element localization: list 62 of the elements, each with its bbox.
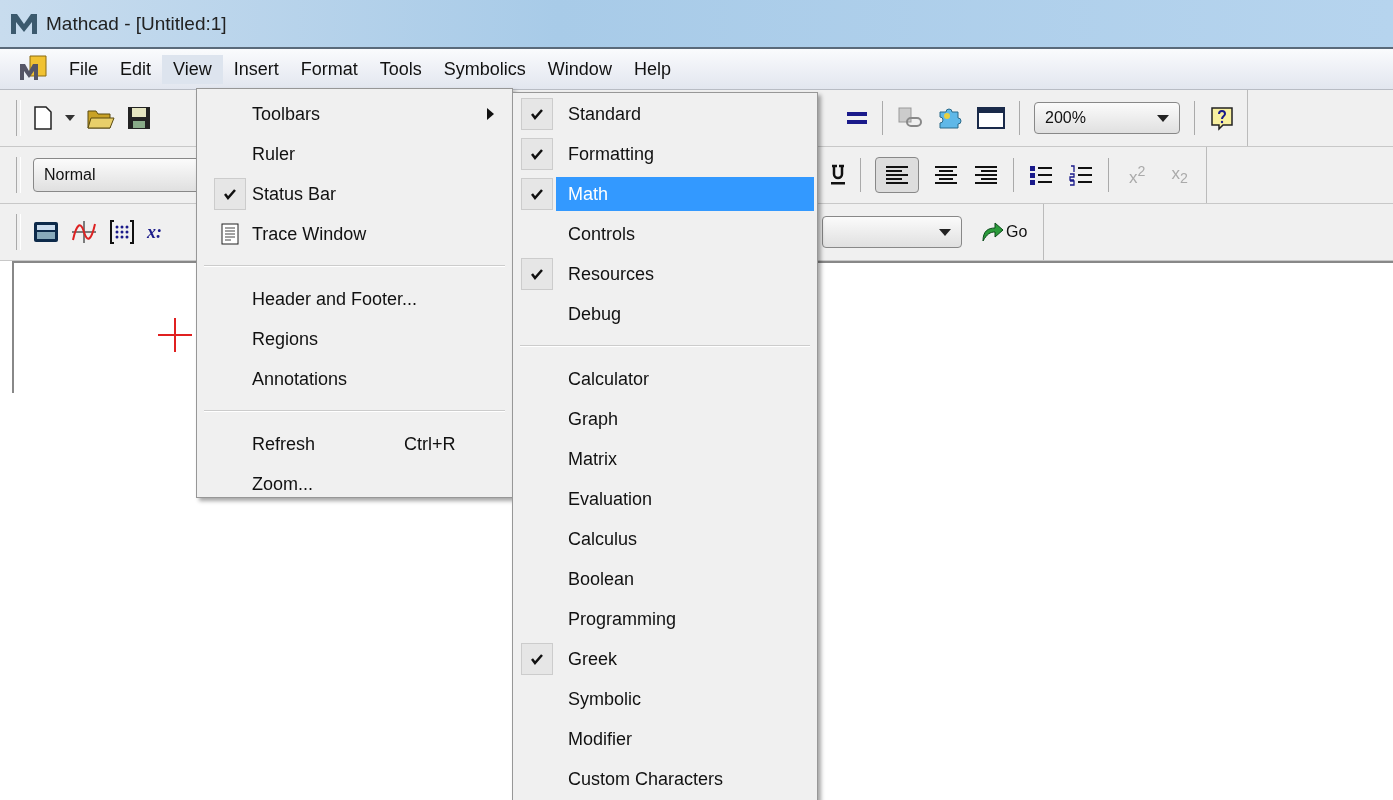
menu-item[interactable]: Boolean <box>556 562 814 596</box>
caret-icon <box>939 228 951 236</box>
submenu-arrow-icon <box>487 108 495 120</box>
menu-item[interactable]: Format <box>289 54 369 84</box>
curved-arrow-icon <box>980 221 1004 243</box>
menu-item[interactable]: Modifier <box>556 722 814 756</box>
menu-item[interactable]: Window <box>536 54 623 84</box>
menu-item[interactable]: Calculator <box>556 362 814 396</box>
new-document-icon[interactable] <box>33 106 53 130</box>
zoom-dropdown[interactable]: 200% <box>1034 102 1180 134</box>
window-icon[interactable] <box>977 106 1005 130</box>
menu-item[interactable]: Help <box>622 54 682 84</box>
numbered-list-icon[interactable] <box>1068 164 1094 186</box>
logo-icon <box>10 11 38 36</box>
menu-item[interactable]: Zoom... <box>200 464 509 504</box>
menu-item[interactable]: Programming <box>556 602 814 636</box>
matrix-icon[interactable] <box>109 220 135 244</box>
evaluation-label[interactable]: x: <box>147 221 162 243</box>
menu-item[interactable]: Regions <box>200 319 509 359</box>
align-center-icon[interactable] <box>933 164 959 186</box>
menu-item[interactable]: Symbolics <box>432 54 537 84</box>
menu-item[interactable]: Evaluation <box>556 482 814 516</box>
menu-item[interactable]: Symbolic <box>556 682 814 716</box>
menu-item[interactable]: Insert <box>222 54 290 84</box>
menu-item[interactable]: Calculus <box>556 522 814 556</box>
menu-item[interactable]: Matrix <box>556 442 814 476</box>
menu-item[interactable]: View <box>162 54 223 84</box>
menu-item[interactable]: Edit <box>109 54 163 84</box>
window-title: Mathcad - [Untitled:1] <box>46 12 227 35</box>
menu-item[interactable]: Tools <box>368 54 433 84</box>
menu-item[interactable]: Annotations <box>200 359 509 399</box>
save-icon[interactable] <box>127 106 151 130</box>
menu-item[interactable]: Graph <box>556 402 814 436</box>
menu-item[interactable]: Resources <box>556 257 814 291</box>
align-left-icon <box>884 164 910 186</box>
menu-item[interactable]: Standard <box>556 97 814 131</box>
menu-item[interactable]: Header and Footer... <box>200 279 509 319</box>
menu-item[interactable]: File <box>58 54 109 84</box>
menu-item[interactable]: Refresh Ctrl+R <box>200 424 509 464</box>
crosshair-icon <box>158 318 192 352</box>
menu-item[interactable]: Custom Characters <box>556 762 814 796</box>
caret-icon <box>1157 114 1169 122</box>
calculator-icon[interactable] <box>33 221 59 243</box>
menu-item[interactable]: Greek <box>556 642 814 676</box>
puzzle-icon[interactable] <box>937 106 963 130</box>
menu-item[interactable]: Trace Window <box>200 214 509 254</box>
help-icon[interactable] <box>1209 105 1235 131</box>
align-right-icon[interactable] <box>973 164 999 186</box>
align-left-button[interactable] <box>875 157 919 193</box>
equals-icon[interactable] <box>846 110 868 126</box>
resource-dropdown[interactable] <box>822 216 962 248</box>
link-icon[interactable] <box>897 106 923 130</box>
underline-icon[interactable] <box>830 164 846 186</box>
menu-item[interactable]: Toolbars <box>200 94 509 134</box>
go-button[interactable]: Go <box>976 221 1032 243</box>
menu-item[interactable]: Debug <box>556 297 814 331</box>
caret-icon[interactable] <box>65 115 75 121</box>
graph-icon[interactable] <box>71 220 97 244</box>
menu-item[interactable]: Controls <box>556 217 814 251</box>
menu-item[interactable]: Formatting <box>556 137 814 171</box>
bullet-list-icon[interactable] <box>1028 164 1054 186</box>
document-icon <box>220 223 240 245</box>
